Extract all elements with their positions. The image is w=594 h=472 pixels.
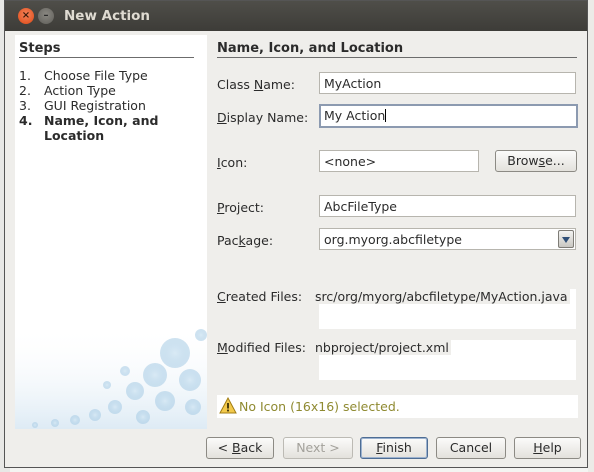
step-number: 2. (19, 83, 31, 98)
display-name-label: Display Name: (217, 110, 309, 125)
step-item: 2. Action Type (19, 83, 199, 98)
display-name-input[interactable]: My Action (319, 104, 578, 128)
package-value: org.myorg.abcfiletype (324, 232, 462, 247)
browse-button[interactable]: Browse... (495, 150, 577, 172)
step-item: 1. Choose File Type (19, 68, 199, 83)
minimize-icon[interactable]: – (38, 8, 54, 24)
window-title: New Action (64, 8, 151, 24)
status-message-bar: No Icon (16x16) selected. (217, 395, 578, 418)
class-name-label: Class Name: (217, 77, 295, 92)
step-number: 4. (19, 113, 33, 128)
class-name-input[interactable]: MyAction (319, 72, 576, 94)
project-label: Project: (217, 200, 264, 215)
project-field: AbcFileType (319, 195, 576, 217)
back-button[interactable]: < Back (206, 437, 274, 459)
step-label: Action Type (44, 83, 116, 98)
chevron-down-icon[interactable] (558, 230, 574, 248)
step-number: 1. (19, 68, 31, 83)
step-item: 3. GUI Registration (19, 98, 199, 113)
steps-divider (19, 57, 194, 58)
modified-files-value: nbproject/project.xml (315, 340, 451, 355)
section-divider (217, 57, 577, 58)
new-action-dialog: × – New Action Steps 1. Choose File Type… (4, 0, 588, 468)
icon-path-input[interactable]: <none> (319, 150, 479, 172)
created-files-label: Created Files: (217, 289, 303, 304)
modified-files-label: Modified Files: (217, 340, 306, 355)
status-text: No Icon (16x16) selected. (239, 399, 400, 414)
step-label: GUI Registration (44, 98, 146, 113)
step-item-current: 4. Name, Icon, and Location (19, 113, 199, 143)
finish-button[interactable]: Finish (360, 437, 428, 459)
step-number: 3. (19, 98, 31, 113)
background-editor-edge (588, 0, 594, 472)
package-label: Package: (217, 233, 274, 248)
text-caret (385, 109, 387, 122)
icon-label: Icon: (217, 155, 248, 170)
created-files-area: src/org/myorg/abcfiletype/MyAction.java (315, 289, 576, 329)
step-label: Name, Icon, and Location (44, 113, 159, 143)
step-label: Choose File Type (44, 68, 148, 83)
steps-heading: Steps (19, 41, 61, 56)
section-title: Name, Icon, and Location (217, 41, 404, 56)
close-icon[interactable]: × (18, 8, 34, 24)
steps-list: 1. Choose File Type 2. Action Type 3. GU… (19, 68, 199, 143)
cancel-button[interactable]: Cancel (436, 437, 506, 459)
package-select[interactable]: org.myorg.abcfiletype (319, 228, 576, 250)
warning-icon (219, 397, 237, 414)
modified-files-area: nbproject/project.xml (315, 340, 576, 380)
next-button[interactable]: Next > (283, 437, 353, 459)
title-bar[interactable]: × – New Action (5, 1, 587, 31)
help-button[interactable]: Help (514, 437, 581, 459)
steps-panel: Steps 1. Choose File Type 2. Action Type… (15, 35, 207, 429)
created-files-value: src/org/myorg/abcfiletype/MyAction.java (315, 289, 570, 304)
